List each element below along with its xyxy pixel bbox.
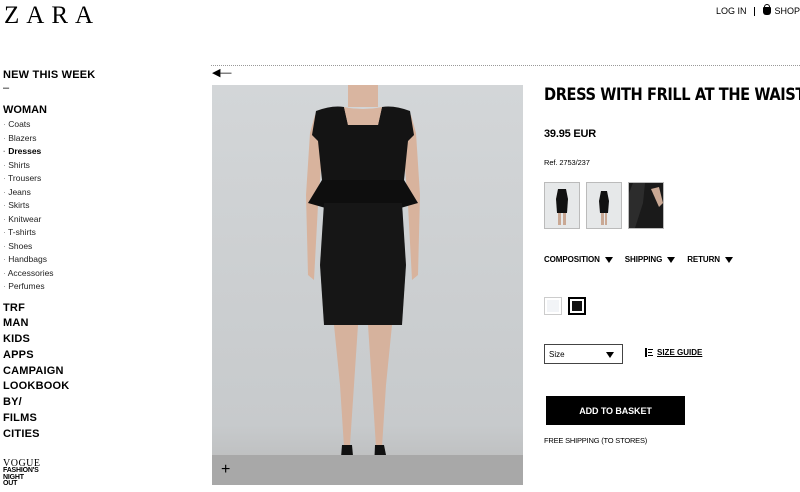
thumbnail-image [556, 189, 568, 225]
vogue-fashion-night-out-logo[interactable]: VOGUE FASHION'S NIGHT OUT [3, 459, 41, 488]
color-swatch-white[interactable] [544, 297, 562, 315]
sidebar-woman[interactable]: WOMAN [3, 104, 123, 116]
add-to-basket-button[interactable]: ADD TO BASKET [546, 396, 685, 425]
main-category-list: TRF MAN KIDS APPS CAMPAIGN LOOKBOOK BY/ … [3, 301, 123, 443]
divider [754, 6, 756, 16]
sidebar-nav: NEW THIS WEEK – WOMAN Coats Blazers Dres… [3, 69, 123, 443]
left-arrow-icon[interactable]: ◀— [212, 68, 231, 79]
sidebar-item-dresses[interactable]: Dresses [3, 145, 123, 159]
tab-label: SHIPPING [624, 255, 663, 264]
product-image[interactable]: + [212, 85, 523, 485]
sidebar-item-perfumes[interactable]: Perfumes [3, 280, 123, 294]
shop-link[interactable]: SHOP [763, 4, 800, 16]
shopping-bag-icon [763, 4, 772, 15]
size-select[interactable]: Size [544, 344, 623, 364]
swatch-fill [572, 301, 582, 311]
size-guide-label: SIZE GUIDE [657, 348, 703, 357]
tab-label: RETURN [687, 255, 720, 264]
sidebar-item-man[interactable]: MAN [3, 316, 123, 332]
tab-composition[interactable]: COMPOSITION [544, 255, 613, 264]
sidebar-item-tshirts[interactable]: T-shirts [3, 226, 123, 240]
sidebar-item-knitwear[interactable]: Knitwear [3, 213, 123, 227]
sidebar-item-cities[interactable]: CITIES [3, 427, 123, 443]
thumbnail-image [599, 191, 609, 225]
size-guide-link[interactable]: SIZE GUIDE [645, 348, 702, 357]
color-swatches [544, 297, 586, 315]
tab-return[interactable]: RETURN [687, 255, 733, 264]
triangle-down-icon [606, 352, 614, 358]
sidebar-item-shoes[interactable]: Shoes [3, 240, 123, 254]
sidebar-item-kids[interactable]: KIDS [3, 332, 123, 348]
ruler-icon [645, 348, 653, 357]
triangle-down-icon [604, 256, 613, 263]
sidebar-item-skirts[interactable]: Skirts [3, 199, 123, 213]
sidebar-item-trousers[interactable]: Trousers [3, 172, 123, 186]
top-nav: LOG IN SHOP [716, 4, 800, 16]
tab-shipping[interactable]: SHIPPING [624, 255, 676, 264]
sidebar-item-apps[interactable]: APPS [3, 348, 123, 364]
sidebar-item-films[interactable]: FILMS [3, 411, 123, 427]
thumbnail-detail[interactable] [628, 182, 664, 229]
size-placeholder: Size [549, 350, 565, 359]
swatch-fill [547, 300, 559, 312]
thumbnail-side[interactable] [586, 182, 622, 229]
triangle-down-icon [724, 256, 733, 263]
zara-logo[interactable]: ZARA [4, 2, 100, 30]
triangle-down-icon [667, 256, 676, 263]
sidebar-item-trf[interactable]: TRF [3, 301, 123, 317]
dotted-divider [211, 65, 800, 66]
product-price: 39.95 EUR [544, 128, 597, 140]
woman-subcategory-list: Coats Blazers Dresses Shirts Trousers Je… [3, 118, 123, 294]
sidebar-item-campaign[interactable]: CAMPAIGN [3, 364, 123, 380]
thumbnail-front[interactable] [544, 182, 580, 229]
thumbnail-image [629, 183, 663, 228]
product-reference: Ref. 2753/237 [544, 158, 590, 167]
vogue-sub-line: OUT [3, 480, 18, 487]
sidebar-item-shirts[interactable]: Shirts [3, 159, 123, 173]
thumbnail-gallery [544, 182, 664, 229]
login-link[interactable]: LOG IN [716, 6, 747, 16]
sidebar-item-coats[interactable]: Coats [3, 118, 123, 132]
tab-label: COMPOSITION [544, 255, 600, 264]
sidebar-new-this-week[interactable]: NEW THIS WEEK [3, 69, 123, 81]
sidebar-item-lookbook[interactable]: LOOKBOOK [3, 379, 123, 395]
sidebar-item-blazers[interactable]: Blazers [3, 132, 123, 146]
sidebar-dash: – [3, 82, 10, 94]
shop-label: SHOP [774, 6, 800, 16]
product-info-tabs: COMPOSITION SHIPPING RETURN [544, 255, 733, 264]
product-title: DRESS WITH FRILL AT THE WAIST [544, 85, 800, 105]
sidebar-item-handbags[interactable]: Handbags [3, 253, 123, 267]
sidebar-item-jeans[interactable]: Jeans [3, 186, 123, 200]
dress-model-illustration [212, 85, 523, 485]
free-shipping-note: FREE SHIPPING (TO STORES) [544, 436, 648, 445]
sidebar-item-accessories[interactable]: Accessories [3, 267, 123, 281]
zoom-plus-icon[interactable]: + [221, 462, 230, 478]
sidebar-item-by[interactable]: BY/ [3, 395, 123, 411]
color-swatch-black[interactable] [568, 297, 586, 315]
